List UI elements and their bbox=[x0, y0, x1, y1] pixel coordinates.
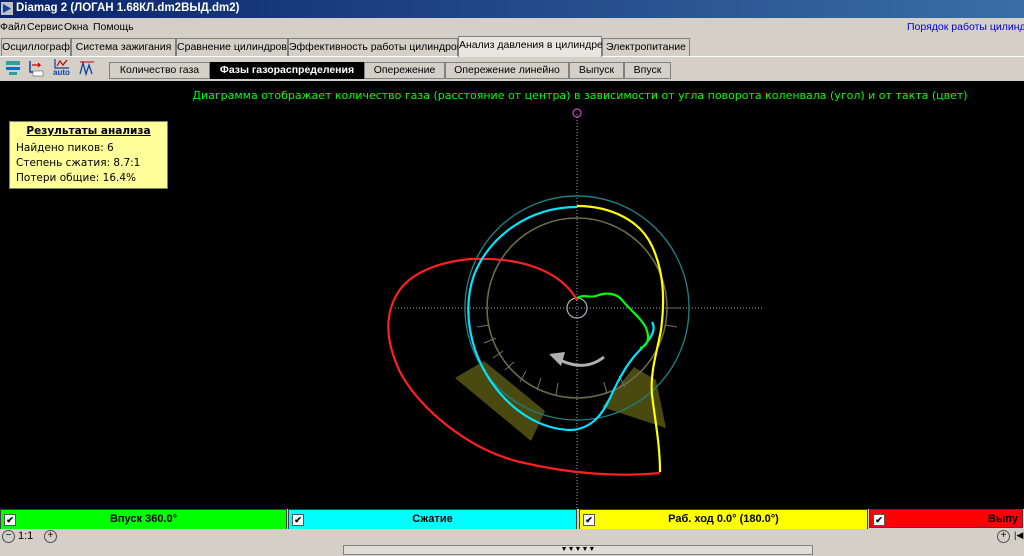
status-bar: − 1:1 + + |◀ ▼▼▼▼▼ bbox=[0, 529, 1024, 556]
results-total-losses: Потери общие: 16.4% bbox=[16, 172, 137, 184]
zoom-level: 1:1 bbox=[18, 530, 34, 542]
results-compression-ratio: Степень сжатия: 8.7:1 bbox=[16, 157, 141, 169]
add-button[interactable]: + bbox=[997, 530, 1010, 543]
menu-bar: Файл Сервис Окна Помощь Порядок работы ц… bbox=[0, 18, 1024, 36]
tdc-marker bbox=[572, 108, 582, 118]
legend-exhaust-checkbox[interactable]: ✔ bbox=[873, 514, 885, 526]
legend-compression[interactable]: ✔ Сжатие bbox=[288, 509, 577, 530]
scrollbar-thumb[interactable]: ▼▼▼▼▼ bbox=[343, 545, 813, 555]
menu-windows[interactable]: Окна bbox=[64, 21, 88, 33]
legend-intake[interactable]: ✔ Впуск 360.0° bbox=[0, 509, 287, 530]
results-peaks-found: Найдено пиков: 6 bbox=[16, 142, 114, 154]
subtab-intake[interactable]: Впуск bbox=[624, 62, 671, 79]
tab-ignition-system[interactable]: Система зажигания bbox=[71, 38, 176, 56]
intake-trace bbox=[576, 292, 650, 350]
waveform-icon[interactable] bbox=[78, 59, 96, 77]
title-bar: Diamag 2 (ЛОГАН 1.68КЛ.dm2ВЫД.dm2) bbox=[0, 0, 1024, 18]
tab-oscilloscope[interactable]: Осциллограф bbox=[1, 38, 71, 56]
auto-label: auto bbox=[53, 68, 70, 77]
window-title: Diamag 2 (ЛОГАН 1.68КЛ.dm2ВЫД.dm2) bbox=[16, 2, 240, 14]
subtab-advance[interactable]: Опережение bbox=[364, 62, 445, 79]
sector-band-right bbox=[602, 367, 666, 428]
legend-power-stroke-checkbox[interactable]: ✔ bbox=[583, 514, 595, 526]
tab-power-supply[interactable]: Электропитание bbox=[602, 38, 690, 56]
rotation-arrow bbox=[559, 355, 605, 367]
menu-help[interactable]: Помощь bbox=[93, 21, 134, 33]
cylinder-order-link[interactable]: Порядок работы цилиндров bbox=[907, 21, 1024, 33]
menu-service[interactable]: Сервис bbox=[27, 21, 63, 33]
horizontal-scrollbar[interactable]: ▼▼▼▼▼ bbox=[0, 544, 1024, 556]
subtab-exhaust[interactable]: Выпуск bbox=[569, 62, 624, 79]
legend-exhaust-label: Выпу bbox=[987, 513, 1018, 525]
zoom-in-button[interactable]: + bbox=[44, 530, 57, 543]
results-title: Результаты анализа bbox=[26, 125, 151, 137]
analysis-results-panel: Результаты анализа Найдено пиков: 6 Степ… bbox=[9, 121, 168, 189]
valve-timing-diagram: Диаграмма отображает количество газа (ра… bbox=[0, 81, 1024, 509]
tab-cylinder-comparison[interactable]: Сравнение цилиндров bbox=[176, 38, 288, 56]
legend-intake-label: Впуск 360.0° bbox=[109, 513, 178, 525]
app-icon bbox=[1, 2, 13, 15]
subtab-gas-amount[interactable]: Количество газа bbox=[109, 62, 210, 79]
legend-power-stroke-label: Раб. ход 0.0° (180.0°) bbox=[668, 513, 779, 525]
exhaust-trace bbox=[387, 257, 661, 476]
rotation-arrowhead-icon bbox=[549, 352, 565, 366]
subtab-advance-linear[interactable]: Опережение линейно bbox=[445, 62, 569, 79]
legend-power-stroke[interactable]: ✔ Раб. ход 0.0° (180.0°) bbox=[579, 509, 868, 530]
legend-intake-checkbox[interactable]: ✔ bbox=[4, 514, 16, 526]
auto-button[interactable]: auto bbox=[51, 58, 73, 78]
legend-exhaust[interactable]: ✔ Выпу bbox=[869, 509, 1023, 528]
legend-compression-checkbox[interactable]: ✔ bbox=[292, 514, 304, 526]
subtab-valve-timing[interactable]: Фазы газораспределения bbox=[210, 62, 364, 79]
settings-icon[interactable] bbox=[4, 59, 22, 77]
main-tab-strip: Осциллограф Система зажигания Сравнение … bbox=[0, 36, 1024, 57]
scroll-to-start-icon[interactable]: |◀ bbox=[1014, 530, 1023, 541]
tab-cylinder-pressure-analysis[interactable]: Анализ давления в цилиндре bbox=[458, 36, 603, 57]
tab-cylinder-efficiency[interactable]: Эффективность работы цилиндров bbox=[288, 38, 462, 56]
sector-band-left bbox=[455, 361, 545, 441]
phase-legend: ✔ Впуск 360.0° ✔ Сжатие ✔ Раб. ход 0.0° … bbox=[0, 509, 1024, 530]
zoom-out-button[interactable]: − bbox=[2, 530, 15, 543]
export-icon[interactable] bbox=[27, 59, 45, 77]
menu-file[interactable]: Файл bbox=[0, 21, 26, 33]
legend-compression-label: Сжатие bbox=[412, 513, 453, 525]
toolbar: auto Количество газа Фазы газораспределе… bbox=[0, 57, 1024, 81]
